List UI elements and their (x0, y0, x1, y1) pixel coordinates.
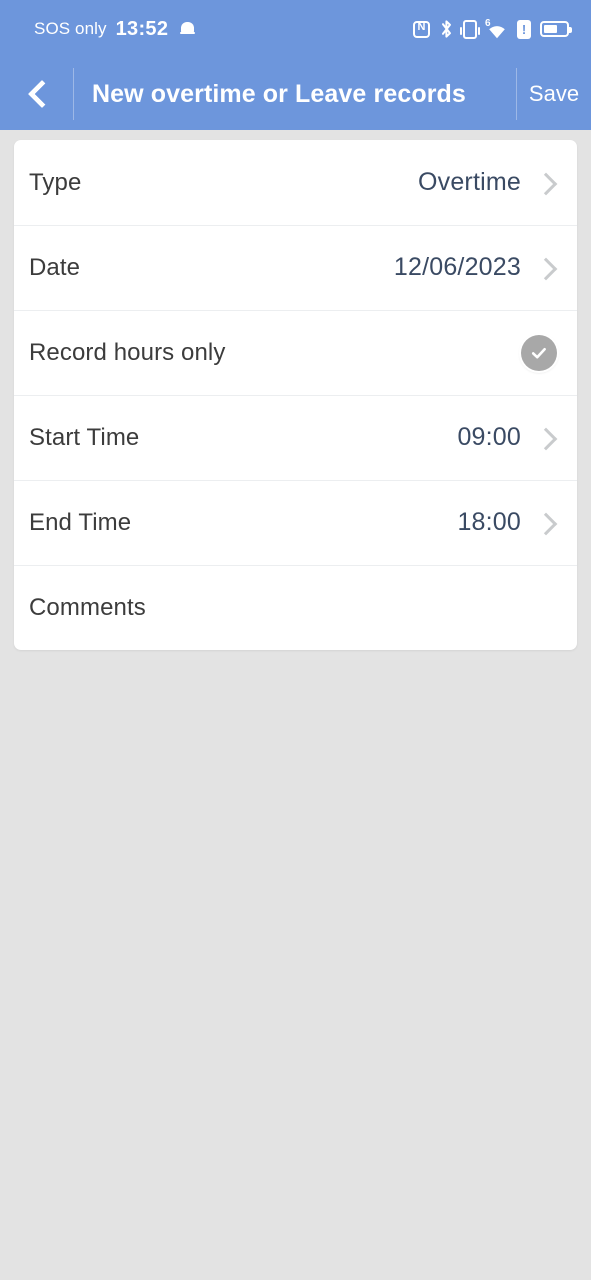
wifi-6-icon: 6 (485, 18, 508, 39)
form-row-end-time[interactable]: End Time 18:00 (14, 480, 577, 565)
row-value: 18:00 (457, 508, 521, 536)
form-card: Type Overtime Date 12/06/2023 Record hou… (14, 140, 577, 650)
back-button[interactable] (0, 58, 73, 130)
save-button[interactable]: Save (517, 58, 591, 130)
page-title: New overtime or Leave records (92, 79, 466, 108)
app-bar: New overtime or Leave records Save (0, 58, 591, 130)
row-label: Start Time (29, 423, 140, 451)
chevron-right-icon (533, 254, 561, 282)
carrier-label: SOS only (34, 19, 107, 38)
check-icon (531, 347, 546, 358)
chevron-right-icon (533, 424, 561, 452)
sim-alert-icon (517, 19, 531, 39)
form-row-record-hours-only[interactable]: Record hours only (14, 310, 577, 395)
form-row-date[interactable]: Date 12/06/2023 (14, 225, 577, 310)
clock-label: 13:52 (115, 17, 169, 40)
status-bar: SOS only 13:52 6 (0, 0, 591, 58)
row-value: 12/06/2023 (393, 253, 521, 281)
row-label: Comments (29, 593, 146, 621)
form-row-start-time[interactable]: Start Time 09:00 (14, 395, 577, 480)
record-hours-only-checkbox[interactable] (521, 334, 557, 371)
form-row-type[interactable]: Type Overtime (14, 140, 577, 225)
row-value: 09:00 (457, 423, 521, 451)
chevron-right-icon (533, 169, 561, 197)
row-value: Overtime (417, 168, 521, 196)
form-row-comments[interactable]: Comments (14, 565, 577, 650)
status-bar-left: SOS only 13:52 (34, 17, 196, 41)
row-label: End Time (29, 508, 132, 536)
bell-icon (180, 21, 196, 38)
row-label: Date (29, 253, 81, 281)
vibrate-icon (460, 19, 480, 39)
row-label: Record hours only (29, 338, 226, 366)
bluetooth-icon (439, 19, 454, 39)
nfc-icon (413, 19, 430, 38)
row-label: Type (29, 168, 82, 196)
status-bar-right: 6 (413, 18, 572, 39)
battery-icon (540, 21, 572, 37)
chevron-left-icon (29, 80, 45, 108)
chevron-right-icon (533, 509, 561, 537)
